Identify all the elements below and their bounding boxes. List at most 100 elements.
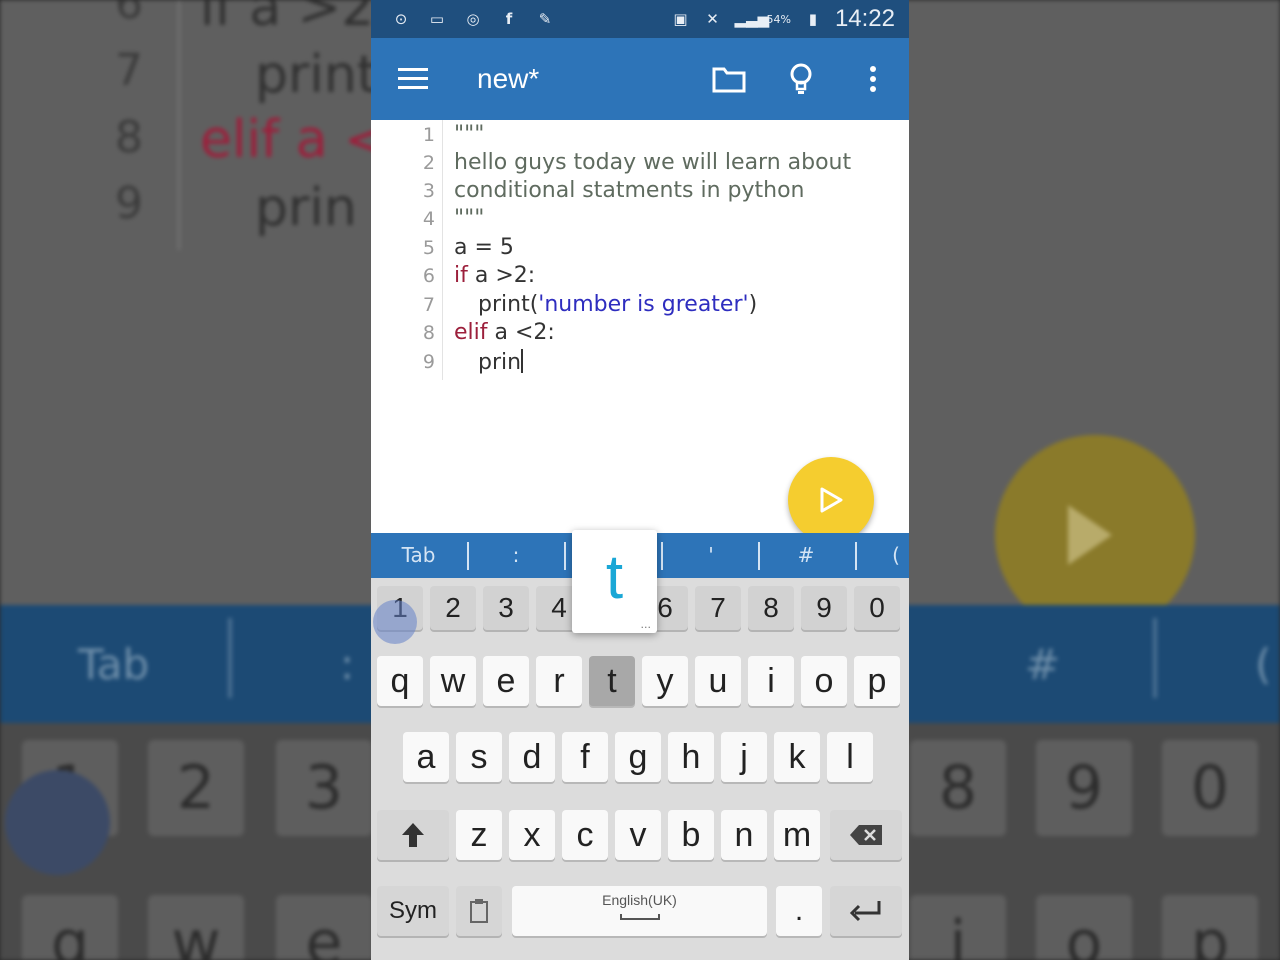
keyword: if xyxy=(454,263,468,288)
clock: 14:22 xyxy=(834,5,895,32)
signal-icon: ▂▃▅ xyxy=(734,10,770,28)
space-key[interactable]: English(UK) xyxy=(512,886,767,936)
sym-key[interactable]: Sym xyxy=(377,886,449,936)
bg-code-line: elif a < xyxy=(200,110,388,170)
key-8[interactable]: 8 xyxy=(748,586,794,630)
key-s[interactable]: s xyxy=(456,732,502,782)
key-e[interactable]: e xyxy=(483,656,529,706)
key-b[interactable]: b xyxy=(668,810,714,860)
line-number: 4 xyxy=(422,208,435,230)
code-line: 3 conditional statments in python xyxy=(371,178,909,206)
key-r[interactable]: r xyxy=(536,656,582,706)
keyboard-notification-icon: ▭ xyxy=(429,10,445,28)
bg-code-line: prin xyxy=(255,178,357,238)
line-number: 5 xyxy=(422,237,435,259)
string-literal: 'number is greater' xyxy=(538,292,749,317)
run-button[interactable] xyxy=(788,457,874,543)
folder-icon xyxy=(712,67,746,93)
key-k[interactable]: k xyxy=(774,732,820,782)
bg-key: w xyxy=(148,895,244,960)
bg-line-number: 7 xyxy=(115,45,143,96)
code-editor[interactable]: 1 """ 2 hello guys today we will learn a… xyxy=(371,120,909,543)
key-l[interactable]: l xyxy=(827,732,873,782)
settings-notification-icon: ⊙ xyxy=(394,10,408,28)
phone-screen: ⊙ ▭ ◎ f ✎ ▣ ✕ ▂▃▅ 54% ▮ 14:22 new* 1 """… xyxy=(371,0,909,960)
status-bar: ⊙ ▭ ◎ f ✎ ▣ ✕ ▂▃▅ 54% ▮ 14:22 xyxy=(371,0,909,38)
code-line: 6 if a >2: xyxy=(371,263,909,291)
line-number: 6 xyxy=(422,265,435,287)
key-f[interactable]: f xyxy=(562,732,608,782)
clipboard-icon xyxy=(470,899,488,923)
key-t[interactable]: t xyxy=(589,656,635,706)
space-bar-icon xyxy=(619,914,660,920)
bg-line-number: 8 xyxy=(115,112,143,163)
shift-icon xyxy=(402,823,424,847)
hash-key[interactable]: # xyxy=(776,533,836,578)
shift-key[interactable] xyxy=(377,810,449,860)
sync-notification-icon: ◎ xyxy=(466,10,480,28)
clipboard-key[interactable] xyxy=(456,886,502,936)
key-9[interactable]: 9 xyxy=(801,586,847,630)
key-o[interactable]: o xyxy=(801,656,847,706)
key-2[interactable]: 2 xyxy=(430,586,476,630)
bg-key: 2 xyxy=(148,740,244,836)
key-c[interactable]: c xyxy=(562,810,608,860)
code-text: prin xyxy=(478,350,522,375)
keyword: elif xyxy=(454,320,488,345)
tab-key[interactable]: Tab xyxy=(391,533,446,578)
code-line: 1 """ xyxy=(371,122,909,150)
key-i[interactable]: i xyxy=(748,656,794,706)
backspace-key[interactable] xyxy=(830,810,902,860)
key-preview-letter: t xyxy=(605,543,624,612)
code-text: a <2: xyxy=(487,320,555,345)
key-z[interactable]: z xyxy=(456,810,502,860)
colon-key[interactable]: : xyxy=(491,533,541,578)
key-m[interactable]: m xyxy=(774,810,820,860)
bg-key: o xyxy=(1036,895,1132,960)
key-j[interactable]: j xyxy=(721,732,767,782)
key-h[interactable]: h xyxy=(668,732,714,782)
line-number: 2 xyxy=(422,152,435,174)
key-7[interactable]: 7 xyxy=(695,586,741,630)
code-text: ) xyxy=(748,292,758,317)
key-a[interactable]: a xyxy=(403,732,449,782)
cast-icon: ▣ xyxy=(673,10,688,28)
lightbulb-button[interactable] xyxy=(765,38,837,120)
key-w[interactable]: w xyxy=(430,656,476,706)
key-0[interactable]: 0 xyxy=(854,586,900,630)
key-p[interactable]: p xyxy=(854,656,900,706)
file-title: new* xyxy=(477,63,540,94)
period-key[interactable]: . xyxy=(776,886,822,936)
more-vert-icon xyxy=(870,66,876,92)
quote-key[interactable]: ' xyxy=(681,533,741,578)
bg-key: 8 xyxy=(910,740,1006,836)
key-n[interactable]: n xyxy=(721,810,767,860)
bg-keybar-item: ( xyxy=(1255,640,1272,689)
code-line: 5 a = 5 xyxy=(371,235,909,263)
key-y[interactable]: y xyxy=(642,656,688,706)
bg-key: 3 xyxy=(276,740,372,836)
soft-keyboard: 1 2 3 4 5 6 7 8 9 0 q w e r t y u i o p … xyxy=(371,578,909,960)
line-number: 1 xyxy=(422,124,435,146)
key-v[interactable]: v xyxy=(615,810,661,860)
bg-keybar-item: # xyxy=(1025,640,1061,689)
bg-key: p xyxy=(1162,895,1258,960)
key-q[interactable]: q xyxy=(377,656,423,706)
bg-keybar-item: Tab xyxy=(78,640,150,689)
bg-key: q xyxy=(22,895,118,960)
key-d[interactable]: d xyxy=(509,732,555,782)
overflow-menu-button[interactable] xyxy=(837,38,909,120)
line-number: 9 xyxy=(422,351,435,373)
open-folder-button[interactable] xyxy=(693,38,765,120)
key-3[interactable]: 3 xyxy=(483,586,529,630)
key-preview-popup: t ... xyxy=(572,530,657,633)
key-g[interactable]: g xyxy=(615,732,661,782)
backspace-icon xyxy=(850,825,882,845)
key-x[interactable]: x xyxy=(509,810,555,860)
code-text: """ xyxy=(454,206,485,231)
menu-button[interactable] xyxy=(371,38,455,120)
code-text: a >2: xyxy=(467,263,536,288)
enter-key[interactable] xyxy=(830,886,902,936)
key-u[interactable]: u xyxy=(695,656,741,706)
paren-key[interactable]: ( xyxy=(886,533,906,578)
